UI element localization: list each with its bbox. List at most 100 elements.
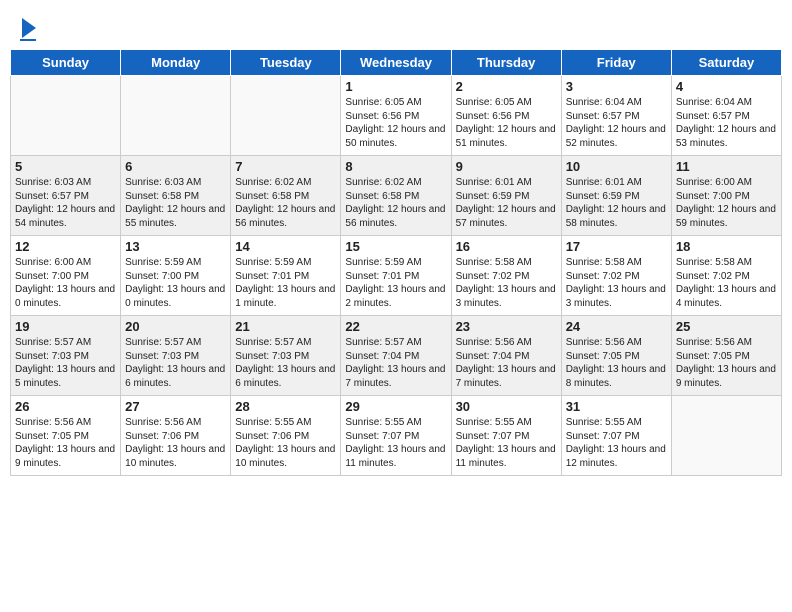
- day-info: Sunrise: 6:04 AMSunset: 6:57 PMDaylight:…: [676, 96, 777, 150]
- calendar-cell: 1 Sunrise: 6:05 AMSunset: 6:56 PMDaylight…: [341, 76, 451, 156]
- calendar-cell: 23Sunrise: 5:56 AMSunset: 7:04 PMDayligh…: [451, 316, 561, 396]
- page-header: [10, 10, 782, 45]
- day-info: Sunrise: 5:57 AMSunset: 7:03 PMDaylight:…: [125, 336, 226, 390]
- day-number: 18: [676, 239, 777, 254]
- calendar-cell: 19Sunrise: 5:57 AMSunset: 7:03 PMDayligh…: [11, 316, 121, 396]
- day-info: Sunrise: 6:01 AMSunset: 6:59 PMDaylight:…: [456, 176, 557, 230]
- day-info: Sunrise: 5:59 AMSunset: 7:01 PMDaylight:…: [235, 256, 336, 310]
- calendar-cell: 30Sunrise: 5:55 AMSunset: 7:07 PMDayligh…: [451, 396, 561, 476]
- day-info: Sunrise: 5:55 AMSunset: 7:07 PMDaylight:…: [566, 416, 667, 470]
- day-number: 12: [15, 239, 116, 254]
- weekday-header-row: SundayMondayTuesdayWednesdayThursdayFrid…: [11, 50, 782, 76]
- logo-arrow-icon: [22, 18, 36, 38]
- day-info: Sunrise: 6:04 AMSunset: 6:57 PMDaylight:…: [566, 96, 667, 150]
- weekday-header-tuesday: Tuesday: [231, 50, 341, 76]
- calendar-cell: 21 Sunrise: 5:57 AMSunset: 7:03 PMDayligh…: [231, 316, 341, 396]
- day-number: 5: [15, 159, 116, 174]
- day-info: Sunrise: 5:56 AMSunset: 7:05 PMDaylight:…: [15, 416, 116, 470]
- day-number: 6: [125, 159, 226, 174]
- calendar-cell: 11 Sunrise: 6:00 AMSunset: 7:00 PMDayligh…: [671, 156, 781, 236]
- day-number: 24: [566, 319, 667, 334]
- day-info: Sunrise: 5:55 AMSunset: 7:07 PMDaylight:…: [345, 416, 446, 470]
- calendar-cell: 14 Sunrise: 5:59 AMSunset: 7:01 PMDayligh…: [231, 236, 341, 316]
- calendar-cell: 8 Sunrise: 6:02 AMSunset: 6:58 PMDaylight…: [341, 156, 451, 236]
- calendar-cell: [671, 396, 781, 476]
- day-number: 16: [456, 239, 557, 254]
- calendar-cell: 29 Sunrise: 5:55 AMSunset: 7:07 PMDayligh…: [341, 396, 451, 476]
- calendar-cell: 18 Sunrise: 5:58 AMSunset: 7:02 PMDayligh…: [671, 236, 781, 316]
- day-number: 4: [676, 79, 777, 94]
- day-number: 29: [345, 399, 446, 414]
- logo-underline: [20, 39, 36, 41]
- week-row-2: 5 Sunrise: 6:03 AMSunset: 6:57 PMDaylight…: [11, 156, 782, 236]
- calendar-cell: 22 Sunrise: 5:57 AMSunset: 7:04 PMDayligh…: [341, 316, 451, 396]
- calendar-cell: 4 Sunrise: 6:04 AMSunset: 6:57 PMDaylight…: [671, 76, 781, 156]
- calendar-cell: 25Sunrise: 5:56 AMSunset: 7:05 PMDayligh…: [671, 316, 781, 396]
- calendar-cell: 17Sunrise: 5:58 AMSunset: 7:02 PMDayligh…: [561, 236, 671, 316]
- day-info: Sunrise: 5:56 AMSunset: 7:05 PMDaylight:…: [676, 336, 777, 390]
- day-number: 1: [345, 79, 446, 94]
- day-number: 26: [15, 399, 116, 414]
- day-info: Sunrise: 5:59 AMSunset: 7:01 PMDaylight:…: [345, 256, 446, 310]
- calendar-cell: 10 Sunrise: 6:01 AMSunset: 6:59 PMDayligh…: [561, 156, 671, 236]
- day-info: Sunrise: 5:56 AMSunset: 7:05 PMDaylight:…: [566, 336, 667, 390]
- day-info: Sunrise: 5:58 AMSunset: 7:02 PMDaylight:…: [456, 256, 557, 310]
- calendar-cell: 9 Sunrise: 6:01 AMSunset: 6:59 PMDaylight…: [451, 156, 561, 236]
- week-row-5: 26 Sunrise: 5:56 AMSunset: 7:05 PMDayligh…: [11, 396, 782, 476]
- day-info: Sunrise: 6:00 AMSunset: 7:00 PMDaylight:…: [15, 256, 116, 310]
- day-info: Sunrise: 6:00 AMSunset: 7:00 PMDaylight:…: [676, 176, 777, 230]
- day-number: 31: [566, 399, 667, 414]
- day-number: 9: [456, 159, 557, 174]
- calendar-cell: 26 Sunrise: 5:56 AMSunset: 7:05 PMDayligh…: [11, 396, 121, 476]
- day-info: Sunrise: 6:01 AMSunset: 6:59 PMDaylight:…: [566, 176, 667, 230]
- calendar-cell: 27 Sunrise: 5:56 AMSunset: 7:06 PMDayligh…: [121, 396, 231, 476]
- calendar-cell: [11, 76, 121, 156]
- day-number: 13: [125, 239, 226, 254]
- week-row-3: 12 Sunrise: 6:00 AMSunset: 7:00 PMDayligh…: [11, 236, 782, 316]
- calendar-cell: 5 Sunrise: 6:03 AMSunset: 6:57 PMDaylight…: [11, 156, 121, 236]
- day-info: Sunrise: 5:58 AMSunset: 7:02 PMDaylight:…: [676, 256, 777, 310]
- day-number: 27: [125, 399, 226, 414]
- weekday-header-monday: Monday: [121, 50, 231, 76]
- day-info: Sunrise: 5:55 AMSunset: 7:07 PMDaylight:…: [456, 416, 557, 470]
- day-number: 10: [566, 159, 667, 174]
- day-number: 11: [676, 159, 777, 174]
- day-info: Sunrise: 5:59 AMSunset: 7:00 PMDaylight:…: [125, 256, 226, 310]
- weekday-header-friday: Friday: [561, 50, 671, 76]
- calendar-cell: 24 Sunrise: 5:56 AMSunset: 7:05 PMDayligh…: [561, 316, 671, 396]
- calendar-cell: 12 Sunrise: 6:00 AMSunset: 7:00 PMDayligh…: [11, 236, 121, 316]
- day-number: 22: [345, 319, 446, 334]
- day-number: 2: [456, 79, 557, 94]
- weekday-header-thursday: Thursday: [451, 50, 561, 76]
- day-number: 3: [566, 79, 667, 94]
- day-info: Sunrise: 5:57 AMSunset: 7:03 PMDaylight:…: [15, 336, 116, 390]
- day-number: 23: [456, 319, 557, 334]
- calendar-cell: 13 Sunrise: 5:59 AMSunset: 7:00 PMDayligh…: [121, 236, 231, 316]
- day-info: Sunrise: 5:57 AMSunset: 7:03 PMDaylight:…: [235, 336, 336, 390]
- week-row-4: 19Sunrise: 5:57 AMSunset: 7:03 PMDayligh…: [11, 316, 782, 396]
- calendar-cell: 20 Sunrise: 5:57 AMSunset: 7:03 PMDayligh…: [121, 316, 231, 396]
- calendar-cell: [231, 76, 341, 156]
- day-info: Sunrise: 5:56 AMSunset: 7:06 PMDaylight:…: [125, 416, 226, 470]
- calendar-cell: 6 Sunrise: 6:03 AMSunset: 6:58 PMDaylight…: [121, 156, 231, 236]
- day-number: 7: [235, 159, 336, 174]
- day-info: Sunrise: 6:02 AMSunset: 6:58 PMDaylight:…: [235, 176, 336, 230]
- day-number: 8: [345, 159, 446, 174]
- day-number: 15: [345, 239, 446, 254]
- day-info: Sunrise: 6:05 AMSunset: 6:56 PMDaylight:…: [456, 96, 557, 150]
- day-number: 28: [235, 399, 336, 414]
- day-number: 20: [125, 319, 226, 334]
- day-info: Sunrise: 5:55 AMSunset: 7:06 PMDaylight:…: [235, 416, 336, 470]
- calendar-cell: 3 Sunrise: 6:04 AMSunset: 6:57 PMDaylight…: [561, 76, 671, 156]
- day-info: Sunrise: 6:03 AMSunset: 6:58 PMDaylight:…: [125, 176, 226, 230]
- day-info: Sunrise: 5:58 AMSunset: 7:02 PMDaylight:…: [566, 256, 667, 310]
- day-number: 21: [235, 319, 336, 334]
- day-info: Sunrise: 6:03 AMSunset: 6:57 PMDaylight:…: [15, 176, 116, 230]
- day-info: Sunrise: 5:57 AMSunset: 7:04 PMDaylight:…: [345, 336, 446, 390]
- logo: [20, 18, 36, 41]
- day-info: Sunrise: 6:02 AMSunset: 6:58 PMDaylight:…: [345, 176, 446, 230]
- weekday-header-saturday: Saturday: [671, 50, 781, 76]
- day-info: Sunrise: 6:05 AMSunset: 6:56 PMDaylight:…: [345, 96, 446, 150]
- calendar-table: SundayMondayTuesdayWednesdayThursdayFrid…: [10, 49, 782, 476]
- day-number: 14: [235, 239, 336, 254]
